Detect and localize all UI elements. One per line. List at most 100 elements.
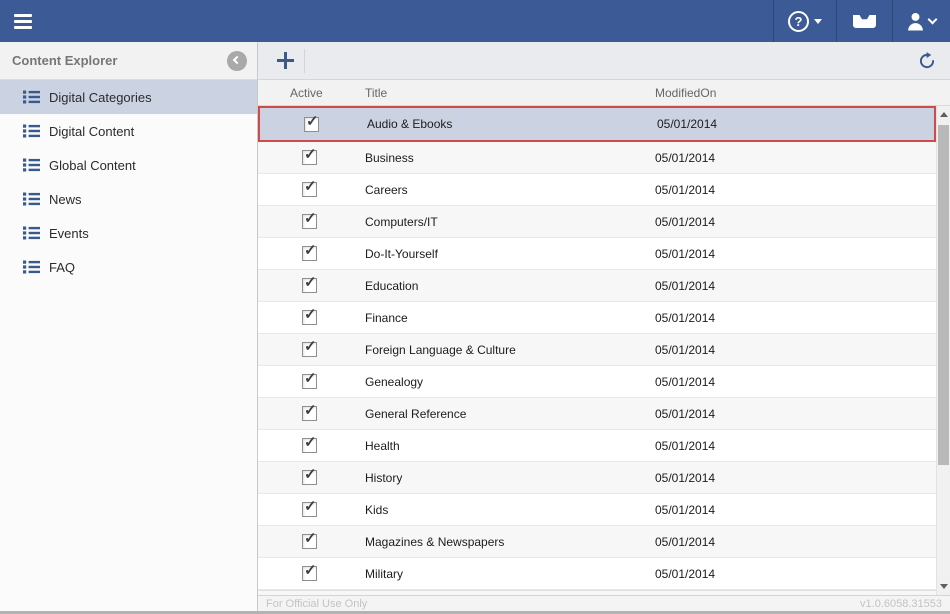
active-checkbox[interactable]: ✓	[302, 150, 317, 165]
classification-label: For Official Use Only	[266, 598, 367, 610]
active-checkbox[interactable]: ✓	[302, 182, 317, 197]
help-menu-button[interactable]: ?	[773, 0, 836, 42]
active-checkbox[interactable]: ✓	[302, 534, 317, 549]
checkmark-icon: ✓	[304, 241, 317, 259]
table-row-genealogy[interactable]: ✓ Genealogy05/01/2014	[258, 366, 936, 398]
active-checkbox[interactable]: ✓	[302, 310, 317, 325]
column-header-modifiedon[interactable]: ModifiedOn	[655, 86, 950, 100]
sidebar-item-label: Digital Categories	[49, 90, 152, 105]
list-icon	[23, 226, 40, 240]
column-header-title[interactable]: Title	[365, 86, 655, 100]
checkmark-icon: ✓	[304, 273, 317, 291]
table-row-finance[interactable]: ✓Finance05/01/2014	[258, 302, 936, 334]
cell-title: General Reference	[365, 407, 655, 421]
scroll-up-button[interactable]	[937, 106, 950, 123]
cell-title: Genealogy	[365, 375, 655, 389]
checkmark-icon: ✓	[304, 145, 317, 163]
chevron-down-icon	[928, 14, 938, 24]
cell-title: Do-It-Yourself	[365, 247, 655, 261]
active-checkbox[interactable]: ✓	[302, 406, 317, 421]
table-row-business[interactable]: ✓Business05/01/2014	[258, 142, 936, 174]
cell-modifiedon: 05/01/2014	[655, 247, 936, 261]
sidebar-collapse-button[interactable]	[227, 51, 247, 71]
checkmark-icon: ✓	[304, 401, 317, 419]
inbox-tray-icon	[851, 13, 878, 30]
toolbar-left	[270, 42, 305, 79]
cell-active: ✓	[258, 342, 365, 357]
sidebar-item-label: FAQ	[49, 260, 75, 275]
table-row-careers[interactable]: ✓Careers05/01/2014	[258, 174, 936, 206]
cell-title: Computers/IT	[365, 215, 655, 229]
user-menu-button[interactable]	[892, 0, 950, 42]
app-window: ? Content Explorer	[0, 0, 950, 614]
sidebar-item-events[interactable]: Events	[0, 216, 257, 250]
add-button[interactable]	[270, 42, 300, 79]
cell-modifiedon: 05/01/2014	[655, 279, 936, 293]
content-area: Content Explorer Digital Categories Digit…	[0, 42, 950, 611]
cell-active: ✓	[260, 117, 367, 132]
cell-active: ✓	[258, 214, 365, 229]
table-row-education[interactable]: ✓Education05/01/2014	[258, 270, 936, 302]
checkmark-icon: ✓	[304, 497, 317, 515]
active-checkbox[interactable]: ✓	[302, 566, 317, 581]
table-row-foreign-language-culture[interactable]: ✓Foreign Language & Culture05/01/2014	[258, 334, 936, 366]
table-row-history[interactable]: ✓History05/01/2014	[258, 462, 936, 494]
sidebar-item-digital-content[interactable]: Digital Content	[0, 114, 257, 148]
cell-active: ✓	[258, 566, 365, 581]
table-row-audio-ebooks[interactable]: ✓ Audio & Ebooks05/01/2014	[258, 106, 936, 142]
active-checkbox[interactable]: ✓	[302, 438, 317, 453]
sidebar-item-global-content[interactable]: Global Content	[0, 148, 257, 182]
checkmark-icon: ✓	[304, 177, 317, 195]
cell-modifiedon: 05/01/2014	[655, 407, 936, 421]
cell-modifiedon: 05/01/2014	[657, 117, 934, 131]
table-row-general-reference[interactable]: ✓ General Reference05/01/2014	[258, 398, 936, 430]
refresh-button[interactable]	[914, 42, 940, 79]
active-checkbox[interactable]: ✓	[302, 374, 317, 389]
checkmark-icon: ✓	[304, 529, 317, 547]
cell-active: ✓	[258, 470, 365, 485]
active-checkbox[interactable]: ✓	[302, 278, 317, 293]
list-icon	[23, 124, 40, 138]
table-row-health[interactable]: ✓Health05/01/2014	[258, 430, 936, 462]
person-icon	[907, 12, 924, 31]
active-checkbox[interactable]: ✓	[302, 214, 317, 229]
column-header-active[interactable]: Active	[258, 86, 365, 100]
version-label: v1.0.6058.31553	[860, 598, 942, 610]
table-row-military[interactable]: ✓Military05/01/2014	[258, 558, 936, 590]
cell-active: ✓	[258, 278, 365, 293]
cell-modifiedon: 05/01/2014	[655, 503, 936, 517]
table-body: ✓Audio & Ebooks05/01/2014✓Business05/01/…	[258, 106, 936, 595]
list-icon	[23, 260, 40, 274]
cell-modifiedon: 05/01/2014	[655, 375, 936, 389]
sidebar-item-digital-categories[interactable]: Digital Categories	[0, 80, 257, 114]
table-row-kids[interactable]: ✓ Kids05/01/2014	[258, 494, 936, 526]
chevron-left-icon	[233, 55, 241, 63]
table-zone: ✓Audio & Ebooks05/01/2014✓Business05/01/…	[258, 106, 950, 595]
inbox-button[interactable]	[836, 0, 892, 42]
cell-active: ✓	[258, 534, 365, 549]
scrollbar-thumb[interactable]	[938, 125, 949, 465]
table-row-do-it-yourself[interactable]: ✓ Do-It-Yourself05/01/2014	[258, 238, 936, 270]
cell-title: Kids	[365, 503, 655, 517]
sidebar-item-faq[interactable]: FAQ	[0, 250, 257, 284]
vertical-scrollbar[interactable]	[936, 106, 950, 595]
sidebar-item-news[interactable]: News	[0, 182, 257, 216]
checkmark-icon: ✓	[306, 112, 319, 130]
cell-title: Finance	[365, 311, 655, 325]
table-row-magazines-newspapers[interactable]: ✓Magazines & Newspapers05/01/2014	[258, 526, 936, 558]
scroll-down-button[interactable]	[937, 578, 950, 595]
active-checkbox[interactable]: ✓	[302, 470, 317, 485]
chevron-down-icon	[814, 19, 822, 24]
sidebar-item-label: Events	[49, 226, 89, 241]
active-checkbox[interactable]: ✓	[302, 502, 317, 517]
table-row-computers-it[interactable]: ✓Computers/IT05/01/2014	[258, 206, 936, 238]
sidebar-header: Content Explorer	[0, 42, 257, 80]
triangle-down-icon	[940, 584, 948, 589]
cell-title: Audio & Ebooks	[367, 117, 657, 131]
active-checkbox[interactable]: ✓	[302, 342, 317, 357]
cell-active: ✓	[258, 502, 365, 517]
checkmark-icon: ✓	[304, 209, 317, 227]
active-checkbox[interactable]: ✓	[304, 117, 319, 132]
hamburger-menu-icon[interactable]	[0, 0, 46, 42]
active-checkbox[interactable]: ✓	[302, 246, 317, 261]
